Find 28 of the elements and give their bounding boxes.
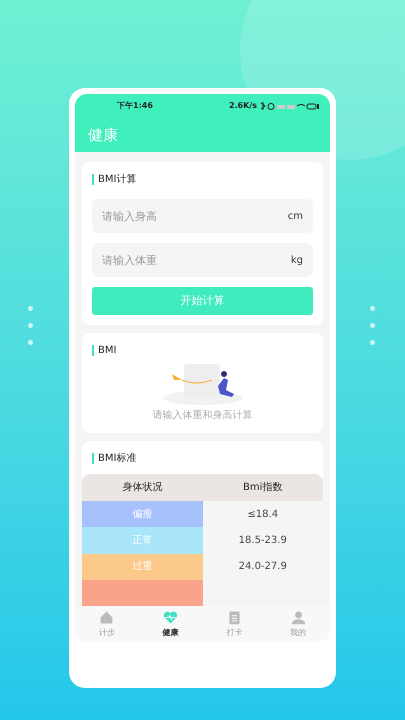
column-header: 身体状况 — [121, 480, 164, 496]
section-title: BMI计算 — [98, 172, 136, 187]
status-cell: 偏瘦 — [82, 501, 202, 528]
dots-decoration — [370, 306, 375, 345]
table-cell: 24.0-27.9 — [202, 554, 323, 580]
column-header: Bmi指数 — [242, 480, 284, 496]
tab-item[interactable]: 健康 — [138, 606, 202, 642]
tab-item[interactable]: 我的 — [266, 606, 330, 642]
status-icons — [260, 102, 320, 110]
section-title: BMI标准 — [98, 452, 136, 466]
calculate-button[interactable]: 开始计算 — [92, 287, 313, 315]
status-time: 下午1:46 — [117, 100, 153, 112]
unit-label: cm — [288, 210, 303, 224]
table-cell: 18.5-23.9 — [202, 527, 323, 554]
section-title: BMI — [98, 344, 116, 358]
person-icon — [290, 609, 307, 626]
heartbeat-icon — [162, 609, 180, 626]
table-cell: ≤18.4 — [202, 501, 323, 528]
network-speed: 2.6K/s — [228, 100, 257, 112]
page-title: 健康 — [87, 124, 119, 146]
dots-decoration — [28, 306, 33, 345]
unit-label: kg — [290, 254, 303, 268]
status-cell: 过重 — [82, 554, 202, 580]
home-icon — [98, 609, 116, 626]
empty-hint: 请输入体重和身高计算 — [152, 408, 254, 423]
tab-item[interactable]: 打卡 — [202, 606, 266, 642]
tab-item[interactable]: 计步 — [75, 606, 139, 642]
status-cell: 正常 — [82, 527, 202, 554]
